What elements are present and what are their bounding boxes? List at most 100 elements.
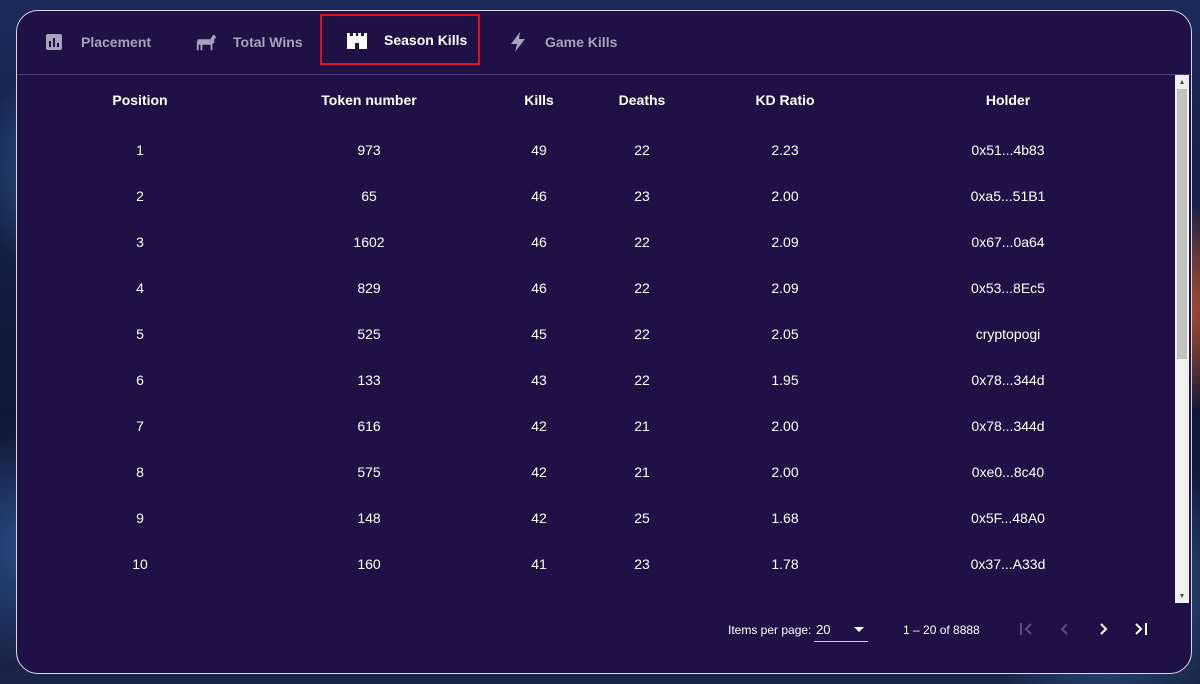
scroll-down-arrow-icon[interactable]: ▼ — [1175, 589, 1189, 603]
cell-kd-ratio: 2.05 — [771, 326, 799, 342]
cell-deaths: 22 — [634, 372, 650, 388]
table-row: 8 575 42 21 2.00 0xe0...8c40 — [17, 449, 1175, 495]
cell-deaths: 22 — [634, 280, 650, 296]
scroll-up-arrow-icon[interactable]: ▲ — [1175, 75, 1189, 89]
cell-position: 8 — [136, 464, 144, 480]
chevron-right-icon — [1100, 623, 1108, 635]
table-row: 5 525 45 22 2.05 cryptopogi — [17, 311, 1175, 357]
items-per-page-label: Items per page: — [728, 623, 812, 637]
cell-position: 2 — [136, 188, 144, 204]
cell-holder: 0x78...344d — [971, 418, 1045, 434]
cell-holder: 0x67...0a64 — [971, 234, 1045, 250]
column-header-deaths[interactable]: Deaths — [619, 77, 666, 123]
cell-kd-ratio: 1.68 — [771, 510, 799, 526]
cell-kills: 43 — [531, 372, 547, 388]
column-header-position[interactable]: Position — [112, 77, 167, 123]
cell-position: 5 — [136, 326, 144, 342]
cell-kd-ratio: 2.23 — [771, 142, 799, 158]
cell-position: 3 — [136, 234, 144, 250]
cell-kills: 42 — [531, 510, 547, 526]
table-row: 7 616 42 21 2.00 0x78...344d — [17, 403, 1175, 449]
lightning-icon — [507, 31, 529, 53]
cell-deaths: 22 — [634, 234, 650, 250]
last-page-icon — [1135, 623, 1147, 635]
tab-label: Placement — [81, 34, 152, 50]
column-header-token-number[interactable]: Token number — [321, 77, 416, 123]
items-per-page-select[interactable]: 20 — [814, 615, 868, 642]
cell-kills: 46 — [531, 188, 547, 204]
tab-label: Season Kills — [384, 31, 468, 48]
leaderboard-table: Position Token number Kills Deaths KD Ra… — [17, 75, 1175, 595]
cell-kd-ratio: 2.00 — [771, 188, 799, 204]
tab-label: Total Wins — [233, 34, 303, 50]
cell-kills: 46 — [531, 234, 547, 250]
cell-token-number: 133 — [357, 372, 381, 388]
cell-token-number: 1602 — [353, 234, 385, 250]
last-page-button[interactable] — [1129, 617, 1153, 641]
bar-chart-icon — [43, 31, 65, 53]
cell-token-number: 65 — [361, 188, 377, 204]
vertical-scrollbar[interactable]: ▲ ▼ — [1175, 75, 1189, 603]
cell-holder: 0x37...A33d — [970, 556, 1046, 572]
cell-deaths: 25 — [634, 510, 650, 526]
cell-position: 9 — [136, 510, 144, 526]
tab-label: Game Kills — [545, 34, 618, 50]
cell-holder: 0x5F...48A0 — [971, 510, 1045, 526]
cell-token-number: 575 — [357, 464, 381, 480]
previous-page-button[interactable] — [1053, 617, 1077, 641]
first-page-icon — [1020, 623, 1032, 635]
table-row: 2 65 46 23 2.00 0xa5...51B1 — [17, 173, 1175, 219]
cell-deaths: 23 — [634, 556, 650, 572]
tab-season-kills[interactable]: Season Kills — [320, 14, 480, 65]
cell-position: 10 — [132, 556, 148, 572]
cell-token-number: 829 — [357, 280, 381, 296]
cell-kd-ratio: 1.78 — [771, 556, 799, 572]
cell-kd-ratio: 2.09 — [771, 234, 799, 250]
tab-bar: Placement Total Wins Season Kills Game K… — [17, 11, 1191, 75]
cell-kills: 46 — [531, 280, 547, 296]
cell-kd-ratio: 2.00 — [771, 464, 799, 480]
leaderboard-panel: Placement Total Wins Season Kills Game K… — [16, 10, 1192, 674]
goat-icon — [195, 31, 217, 53]
tab-placement[interactable]: Placement — [43, 19, 151, 65]
cell-deaths: 21 — [634, 464, 650, 480]
cell-position: 6 — [136, 372, 144, 388]
table-row: 1 973 49 22 2.23 0x51...4b83 — [17, 127, 1175, 173]
cell-kills: 41 — [531, 556, 547, 572]
column-header-kills[interactable]: Kills — [524, 77, 554, 123]
paginator: Items per page: 20 1 – 20 of 8888 — [17, 607, 1191, 651]
cell-deaths: 22 — [634, 326, 650, 342]
items-per-page-value: 20 — [816, 622, 831, 637]
cell-token-number: 148 — [357, 510, 381, 526]
column-header-holder[interactable]: Holder — [986, 77, 1030, 123]
cell-kd-ratio: 1.95 — [771, 372, 799, 388]
cell-deaths: 23 — [634, 188, 650, 204]
cell-holder: 0x78...344d — [971, 372, 1045, 388]
cell-position: 1 — [136, 142, 144, 158]
cell-holder: 0xa5...51B1 — [970, 188, 1046, 204]
table-row: 6 133 43 22 1.95 0x78...344d — [17, 357, 1175, 403]
cell-kills: 42 — [531, 464, 547, 480]
first-page-button[interactable] — [1014, 617, 1038, 641]
cell-holder: 0x53...8Ec5 — [971, 280, 1045, 296]
cell-kills: 42 — [531, 418, 547, 434]
column-header-kd-ratio[interactable]: KD Ratio — [755, 77, 814, 123]
dropdown-caret-icon — [854, 627, 864, 632]
cell-kills: 49 — [531, 142, 547, 158]
tab-total-wins[interactable]: Total Wins — [195, 19, 303, 65]
table-row: 3 1602 46 22 2.09 0x67...0a64 — [17, 219, 1175, 265]
cell-kills: 45 — [531, 326, 547, 342]
cell-kd-ratio: 2.00 — [771, 418, 799, 434]
cell-position: 7 — [136, 418, 144, 434]
cell-holder: 0xe0...8c40 — [971, 464, 1045, 480]
cell-position: 4 — [136, 280, 144, 296]
cell-kd-ratio: 2.09 — [771, 280, 799, 296]
table-row: 4 829 46 22 2.09 0x53...8Ec5 — [17, 265, 1175, 311]
cell-token-number: 160 — [357, 556, 381, 572]
page-range-label: 1 – 20 of 8888 — [903, 623, 980, 637]
scrollbar-thumb[interactable] — [1177, 89, 1187, 359]
cell-token-number: 616 — [357, 418, 381, 434]
tab-game-kills[interactable]: Game Kills — [507, 19, 617, 65]
table-row: 9 148 42 25 1.68 0x5F...48A0 — [17, 495, 1175, 541]
next-page-button[interactable] — [1091, 617, 1115, 641]
